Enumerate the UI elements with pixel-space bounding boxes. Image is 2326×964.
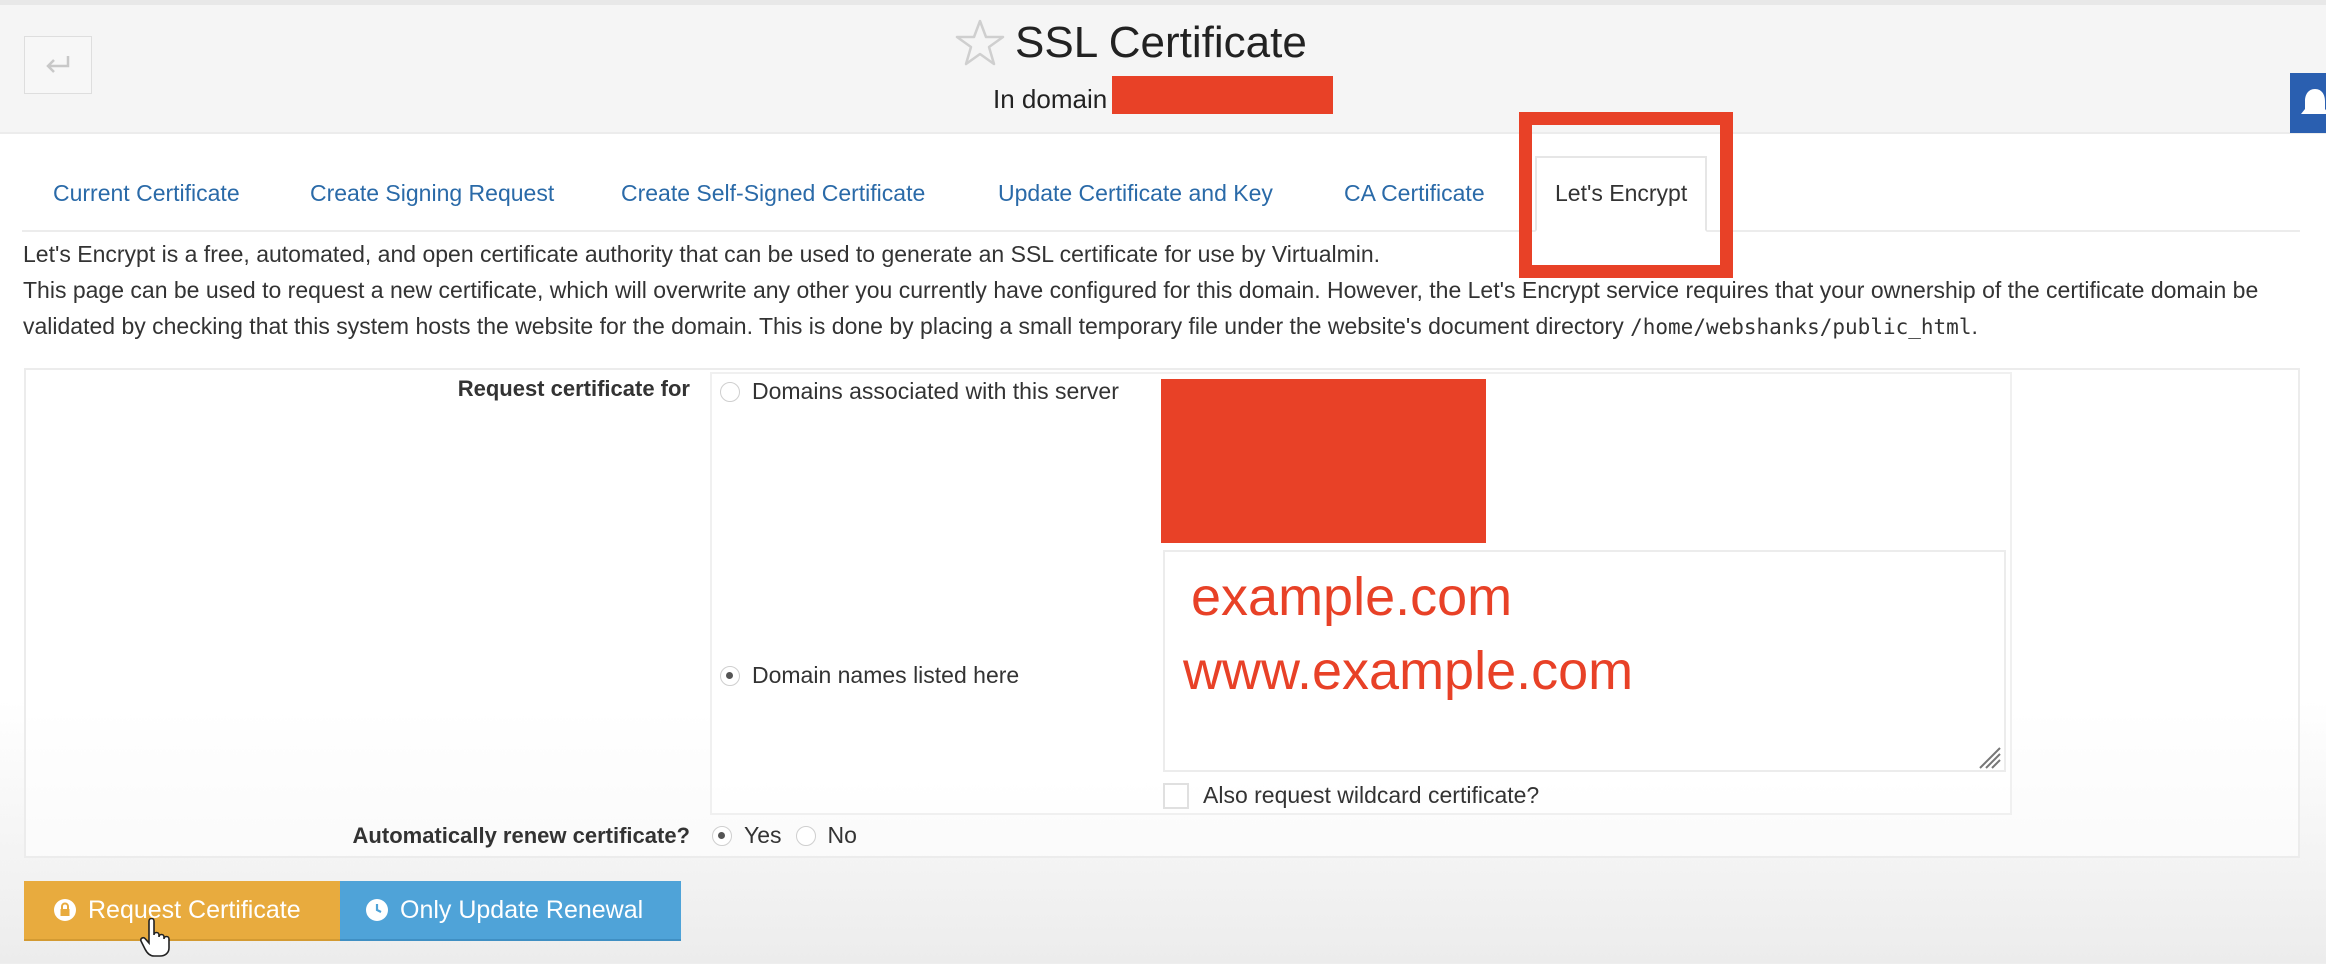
bell-icon xyxy=(2301,89,2326,114)
auto-renew-no-label: No xyxy=(827,822,857,848)
radio-listed-domains[interactable] xyxy=(720,665,740,686)
only-update-renewal-label: Only Update Renewal xyxy=(400,895,644,924)
subtitle-prefix: In domain xyxy=(993,84,1108,114)
request-certificate-for-label: Request certificate for xyxy=(457,376,690,401)
description-line-2: This page can be used to request a new c… xyxy=(23,272,2313,345)
title-group: SSL Certificate xyxy=(955,18,1307,68)
request-certificate-button[interactable]: Request Certificate xyxy=(24,881,340,941)
tab-bar: Current Certificate Create Signing Reque… xyxy=(22,156,2300,232)
option-listed-domains[interactable]: Domain names listed here xyxy=(720,662,1019,689)
gear-clock-icon xyxy=(366,899,388,921)
domain-line: example.com xyxy=(1191,567,1513,627)
description-period: . xyxy=(1971,313,1978,339)
page-title: SSL Certificate xyxy=(1015,18,1307,67)
option-listed-domains-label: Domain names listed here xyxy=(752,662,1020,688)
radio-auto-renew-no[interactable] xyxy=(795,825,816,846)
description-line-1: Let's Encrypt is a free, automated, and … xyxy=(23,241,1381,267)
document-directory-path: /home/webshanks/public_html xyxy=(1630,315,1972,339)
request-certificate-label: Request Certificate xyxy=(88,895,301,924)
auto-renew-label: Automatically renew certificate? xyxy=(352,823,690,848)
redacted-domain-name xyxy=(1112,76,1333,114)
tab-update-certificate-and-key[interactable]: Update Certificate and Key xyxy=(998,156,1273,230)
tab-create-self-signed-certificate[interactable]: Create Self-Signed Certificate xyxy=(621,156,925,230)
return-arrow-icon xyxy=(46,56,70,73)
auto-renew-yes-label: Yes xyxy=(744,822,782,848)
hand-pointer-cursor-icon xyxy=(140,918,170,957)
wildcard-checkbox[interactable] xyxy=(1163,782,1189,809)
option-server-domains[interactable]: Domains associated with this server xyxy=(720,378,1119,405)
domain-names-textarea[interactable]: example.com www.example.com xyxy=(1163,550,2006,772)
wildcard-option[interactable]: Also request wildcard certificate? xyxy=(1163,782,1539,809)
only-update-renewal-button[interactable]: Only Update Renewal xyxy=(340,881,681,941)
auto-renew-options: Yes No xyxy=(712,822,857,849)
tab-current-certificate[interactable]: Current Certificate xyxy=(53,156,240,230)
wildcard-label: Also request wildcard certificate? xyxy=(1203,782,1540,808)
back-button[interactable] xyxy=(24,36,92,94)
resize-grip-icon[interactable] xyxy=(1976,744,2002,770)
redacted-server-domains xyxy=(1161,379,1486,543)
radio-server-domains[interactable] xyxy=(720,381,740,402)
option-server-domains-label: Domains associated with this server xyxy=(752,378,1119,404)
domain-line: www.example.com xyxy=(1183,641,1634,701)
tab-ca-certificate[interactable]: CA Certificate xyxy=(1344,156,1485,230)
tab-create-signing-request[interactable]: Create Signing Request xyxy=(310,156,554,230)
description: Let's Encrypt is a free, automated, and … xyxy=(23,236,2313,345)
star-outline-icon[interactable] xyxy=(955,18,1005,68)
lock-gear-icon xyxy=(54,899,76,921)
notification-button[interactable] xyxy=(2290,73,2326,133)
page-subtitle: In domain xyxy=(993,84,1107,115)
radio-auto-renew-yes[interactable] xyxy=(712,825,732,846)
